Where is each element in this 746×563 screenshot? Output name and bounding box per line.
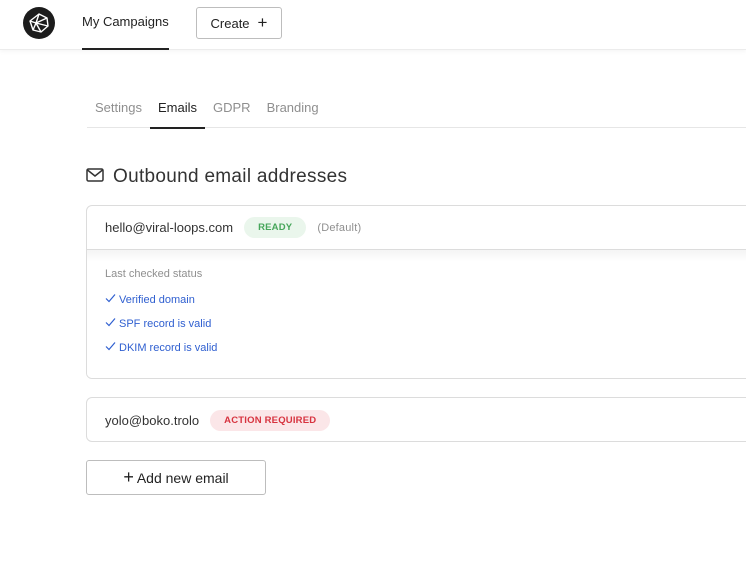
email-address: hello@viral-loops.com: [105, 220, 234, 235]
email-card: yolo@boko.trolo ACTION REQUIRED: [86, 397, 746, 442]
status-badge: ACTION REQUIRED: [210, 409, 331, 431]
tab-branding[interactable]: Branding: [259, 92, 327, 128]
check-item: SPF record is valid: [105, 316, 746, 340]
check-item: Verified domain: [105, 292, 746, 316]
plus-icon: +: [123, 466, 134, 487]
envelope-icon: [86, 166, 104, 188]
check-item: DKIM record is valid: [105, 340, 746, 364]
last-checked-label: Last checked status: [105, 268, 203, 280]
section-heading: Outbound email addresses: [86, 164, 347, 190]
check-label: DKIM record is valid: [119, 342, 218, 354]
check-label: Verified domain: [119, 294, 195, 306]
top-navigation-bar: My Campaigns Create +: [0, 0, 746, 50]
create-button-label: Create: [210, 15, 250, 31]
plus-icon: +: [257, 12, 268, 32]
email-card-header[interactable]: yolo@boko.trolo ACTION REQUIRED: [87, 398, 746, 441]
email-card-header[interactable]: hello@viral-loops.com READY (Default): [87, 206, 746, 250]
check-label: SPF record is valid: [119, 318, 212, 330]
tab-gdpr[interactable]: GDPR: [205, 92, 259, 128]
tab-emails[interactable]: Emails: [149, 92, 206, 129]
email-card-details: Last checked status Verified domain SPF …: [87, 250, 746, 378]
checkmark-icon: [105, 340, 116, 352]
add-new-email-label: Add new email: [136, 469, 229, 486]
section-title: Outbound email addresses: [113, 166, 348, 187]
default-label: (Default): [317, 221, 362, 234]
status-badge: READY: [244, 217, 307, 238]
checkmark-icon: [105, 316, 116, 328]
create-button[interactable]: Create +: [196, 7, 282, 39]
nav-my-campaigns[interactable]: My Campaigns: [82, 0, 169, 50]
tab-settings[interactable]: Settings: [87, 92, 150, 128]
email-card: hello@viral-loops.com READY (Default) La…: [86, 205, 746, 379]
add-new-email-button[interactable]: + Add new email: [86, 460, 266, 495]
viral-loops-logo-icon[interactable]: [23, 7, 55, 39]
settings-tabs: Settings Emails GDPR Branding: [87, 92, 746, 129]
checkmark-icon: [105, 292, 116, 304]
email-address: yolo@boko.trolo: [105, 412, 200, 428]
